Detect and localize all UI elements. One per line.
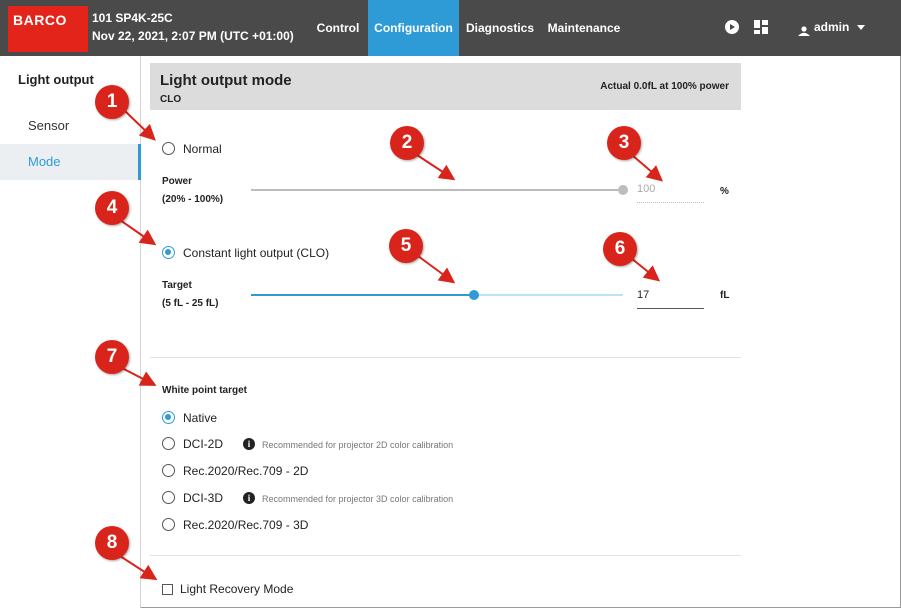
user-menu[interactable]: admin	[814, 20, 865, 34]
nav-maintenance[interactable]: Maintenance	[541, 0, 627, 56]
device-datetime: Nov 22, 2021, 2:07 PM (UTC +01:00)	[92, 29, 294, 43]
normal-radio[interactable]	[162, 142, 175, 155]
light-recovery-checkbox[interactable]	[162, 584, 173, 595]
wp-native-label: Native	[183, 411, 218, 425]
section-divider	[150, 357, 741, 358]
nav-configuration[interactable]: Configuration	[368, 0, 459, 56]
power-slider-track[interactable]	[251, 189, 623, 191]
callout-badge-8: 8	[95, 526, 129, 560]
top-bar: BARCO 101 SP4K-25C Nov 22, 2021, 2:07 PM…	[0, 0, 901, 56]
white-point-title: White point target	[162, 385, 247, 396]
power-unit: %	[720, 186, 729, 197]
current-mode: CLO	[160, 94, 182, 105]
wp-dci3d-radio[interactable]	[162, 491, 175, 504]
callout-badge-6: 6	[603, 232, 637, 266]
sidebar-item-label: Sensor	[28, 118, 70, 133]
callout-badge-3: 3	[607, 126, 641, 160]
chevron-down-icon	[856, 25, 865, 31]
power-label: Power	[162, 176, 193, 187]
normal-label: Normal	[183, 142, 222, 156]
light-recovery-label: Light Recovery Mode	[180, 582, 294, 596]
nav-diagnostics[interactable]: Diagnostics	[459, 0, 541, 56]
device-name: 101 SP4K-25C	[92, 11, 173, 25]
target-unit: fL	[720, 290, 730, 301]
target-slider-fill	[251, 294, 475, 296]
power-input[interactable]: 100	[637, 183, 704, 203]
user-icon	[798, 23, 810, 41]
sidebar: Light output Sensor Mode	[0, 56, 141, 608]
dashboard-grid-icon[interactable]	[754, 20, 768, 39]
wp-native-radio[interactable]	[162, 411, 175, 424]
power-slider-handle[interactable]	[618, 185, 628, 195]
clo-radio[interactable]	[162, 246, 175, 259]
callout-badge-7: 7	[95, 340, 129, 374]
section-divider	[150, 555, 741, 556]
panel-header: Light output mode CLO Actual 0.0fL at 10…	[150, 63, 741, 110]
info-icon: i	[243, 438, 255, 450]
page-title: Light output mode	[160, 72, 292, 89]
sidebar-item-label: Mode	[28, 154, 61, 169]
wp-rec2d-label: Rec.2020/Rec.709 - 2D	[183, 464, 309, 478]
wp-dci2d-label: DCI-2D	[183, 437, 224, 451]
nav-control[interactable]: Control	[308, 0, 368, 56]
actual-output-status: Actual 0.0fL at 100% power	[600, 81, 729, 92]
user-name: admin	[814, 20, 850, 34]
brand-text: BARCO	[13, 12, 67, 28]
callout-badge-2: 2	[390, 126, 424, 160]
target-label: Target	[162, 280, 192, 291]
wp-dci2d-hint: Recommended for projector 2D color calib…	[262, 440, 454, 450]
wp-rec2d-radio[interactable]	[162, 464, 175, 477]
target-range: (5 fL - 25 fL)	[162, 298, 219, 309]
wp-dci3d-hint: Recommended for projector 3D color calib…	[262, 494, 454, 504]
wp-dci2d-radio[interactable]	[162, 437, 175, 450]
target-input[interactable]: 17	[637, 289, 704, 309]
callout-badge-5: 5	[389, 229, 423, 263]
wp-dci3d-label: DCI-3D	[183, 491, 224, 505]
wp-rec3d-label: Rec.2020/Rec.709 - 3D	[183, 518, 309, 532]
callout-badge-4: 4	[95, 191, 129, 225]
barco-logo: BARCO	[8, 6, 88, 52]
clo-label: Constant light output (CLO)	[183, 246, 330, 260]
sidebar-item-mode[interactable]: Mode	[0, 144, 141, 180]
sidebar-title: Light output	[18, 72, 94, 87]
wp-rec3d-radio[interactable]	[162, 518, 175, 531]
info-icon: i	[243, 492, 255, 504]
power-range: (20% - 100%)	[162, 194, 224, 205]
play-icon[interactable]	[725, 20, 739, 39]
callout-badge-1: 1	[95, 85, 129, 119]
